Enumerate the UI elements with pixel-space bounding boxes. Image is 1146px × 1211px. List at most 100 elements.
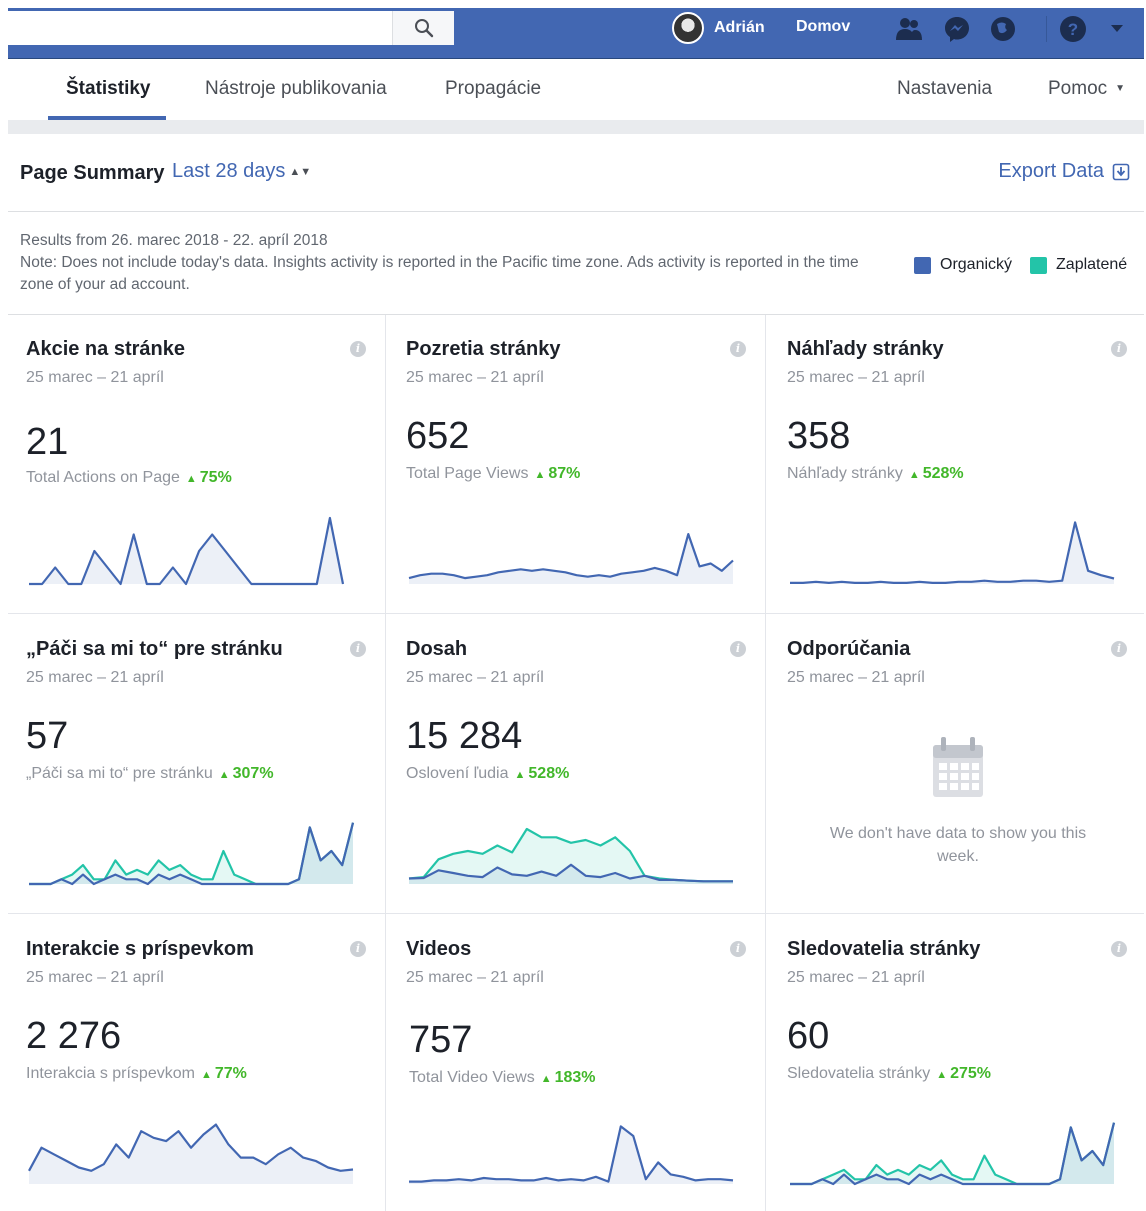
calendar-icon [933,737,983,797]
card-metric-label: Total Video Views [409,1069,535,1086]
card-metric-label: Sledovatelia stránky [787,1065,931,1082]
card-delta: 87% [534,465,580,482]
info-icon[interactable]: i [1111,941,1127,957]
sparkline-chart [408,533,734,584]
card-page-actions[interactable]: Akcie na stránke i 25 marec – 21 apríl 2… [8,315,386,614]
page-summary-header: Page Summary Last 28 days ▲▼ Export Data [8,134,1144,212]
tab-publishing-tools[interactable]: Nástroje publikovania [205,78,387,100]
card-page-likes[interactable]: „Páči sa mi to“ pre stránku i 25 marec –… [8,615,386,914]
date-range-label: Last 28 days [172,160,286,182]
info-icon[interactable]: i [730,941,746,957]
card-delta: 528% [515,765,570,782]
date-range-select[interactable]: Last 28 days ▲▼ [172,160,311,183]
card-delta: 75% [186,469,232,486]
card-date-range: 25 marec – 21 apríl [26,669,164,686]
page-tabs-bar: Štatistiky Nástroje publikovania Propagá… [8,60,1144,120]
sparkline-chart [790,1122,1116,1186]
card-value: 2 276 [26,1015,122,1057]
card-date-range: 25 marec – 21 apríl [406,969,544,986]
info-icon[interactable]: i [350,341,366,357]
card-subtitle: „Páči sa mi to“ pre stránku 307% [26,765,274,783]
profile-link[interactable]: Adrián [672,12,765,44]
download-icon [1112,163,1130,180]
card-title: Videos [406,938,472,960]
globe-icon[interactable] [988,14,1018,44]
page-title: Page Summary [20,162,165,184]
series-area [409,1126,733,1184]
card-subtitle: Náhľady stránky 528% [787,465,964,483]
chart-legend: Organický Zaplatené [914,256,1145,274]
help-menu[interactable]: Pomoc ▼ [1048,78,1125,100]
settings-link[interactable]: Nastavenia [897,78,992,100]
organic-series-line [409,1125,734,1183]
card-date-range: 25 marec – 21 apríl [406,669,544,686]
card-value: 60 [787,1015,830,1057]
card-page-previews[interactable]: Náhľady stránky i 25 marec – 21 apríl 35… [769,315,1146,614]
sparkline-chart [29,822,355,886]
card-title: Dosah [406,638,468,660]
card-title: Pozretia stránky [406,338,561,360]
search-button[interactable] [392,11,454,45]
export-data-button[interactable]: Export Data [998,160,1130,183]
card-metric-label: Oslovení ľudia [406,765,509,782]
card-post-engagements[interactable]: Interakcie s príspevkom i 25 marec – 21 … [8,915,386,1211]
sparkline-chart [29,516,345,586]
card-reach[interactable]: Dosah i 25 marec – 21 apríl 15 284 Oslov… [388,615,766,914]
divider-band [8,120,1144,134]
legend-paid: Zaplatené [1056,256,1128,273]
card-delta: 275% [936,1065,991,1082]
help-menu-label: Pomoc [1048,78,1108,99]
card-delta: 528% [909,465,964,482]
svg-text:?: ? [1068,20,1078,39]
sort-arrows-icon: ▲▼ [289,165,312,178]
help-icon[interactable]: ? [1058,14,1088,44]
card-videos[interactable]: Videos i 25 marec – 21 apríl 757 Total V… [388,915,766,1211]
info-icon[interactable]: i [1111,641,1127,657]
search-icon [414,19,433,38]
card-title: Interakcie s príspevkom [26,938,254,960]
card-date-range: 25 marec – 21 apríl [406,369,544,386]
info-icon[interactable]: i [730,641,746,657]
empty-state-message: We don't have data to show you this week… [829,825,1087,865]
series-area [29,518,343,584]
card-subtitle: Total Video Views 183% [409,1069,596,1087]
home-link[interactable]: Domov [796,18,850,36]
tab-insights[interactable]: Štatistiky [66,78,150,100]
card-title: Náhľady stránky [787,338,944,360]
card-page-views[interactable]: Pozretia stránky i 25 marec – 21 apríl 6… [388,315,766,614]
card-delta: 307% [219,765,274,782]
insights-grid: Akcie na stránke i 25 marec – 21 apríl 2… [8,314,1144,1211]
user-name: Adrián [714,19,765,36]
card-metric-label: Total Actions on Page [26,469,180,486]
chevron-down-icon[interactable] [1102,14,1132,44]
card-delta: 77% [201,1065,247,1082]
avatar [672,12,704,44]
caret-down-icon: ▼ [1115,83,1126,95]
paid-swatch [1030,256,1048,274]
empty-state: We don't have data to show you this week… [769,735,1146,868]
card-value: 57 [26,715,69,757]
info-icon[interactable]: i [730,341,746,357]
card-date-range: 25 marec – 21 apríl [787,669,925,686]
info-icon[interactable]: i [350,641,366,657]
organic-swatch [914,256,931,274]
series-area [790,522,1114,584]
toolbar-divider [1046,16,1047,42]
card-value: 358 [787,415,851,457]
series-area [29,1124,353,1184]
card-title: Akcie na stránke [26,338,185,360]
card-value: 15 284 [406,715,523,757]
card-recommendations[interactable]: Odporúčania i 25 marec – 21 apríl We don… [769,615,1146,914]
card-page-followers[interactable]: Sledovatelia stránky i 25 marec – 21 apr… [769,915,1146,1211]
search-input[interactable] [8,11,454,45]
sparkline-chart [28,1123,354,1184]
info-icon[interactable]: i [1111,341,1127,357]
card-metric-label: „Páči sa mi to“ pre stránku [26,765,213,782]
tab-promotions[interactable]: Propagácie [445,78,541,100]
card-subtitle: Total Page Views 87% [406,465,580,483]
friends-icon[interactable] [894,14,924,44]
legend-organic: Organický [940,256,1013,273]
info-icon[interactable]: i [350,941,366,957]
timezone-note-text: Note: Does not include today's data. Ins… [20,254,859,293]
messenger-icon[interactable] [942,14,972,44]
